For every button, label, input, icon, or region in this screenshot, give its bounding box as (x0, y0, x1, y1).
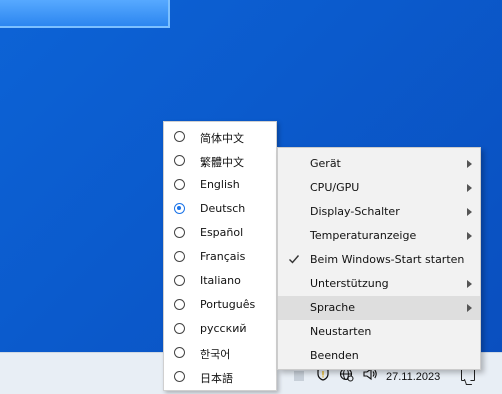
radio-icon[interactable] (174, 347, 185, 358)
menu-item-label: Temperaturanzeige (310, 229, 417, 242)
radio-icon[interactable] (174, 131, 185, 142)
menu-item-label: Sprache (310, 301, 356, 314)
chevron-right-icon (467, 232, 472, 240)
lang-label: русский (200, 322, 247, 335)
menu-item-label: CPU/GPU (310, 181, 360, 194)
lang-item-italiano[interactable]: Italiano (164, 270, 276, 294)
lang-label: 한국어 (200, 348, 231, 361)
lang-item-zh-hant[interactable]: 繁體中文 (164, 150, 276, 174)
lang-item-francais[interactable]: Français (164, 246, 276, 270)
lang-label: 简体中文 (200, 132, 244, 145)
menu-item-display-switch[interactable]: Display-Schalter (278, 200, 480, 224)
radio-icon[interactable] (174, 275, 185, 286)
background-window-edge (0, 0, 170, 28)
radio-icon[interactable] (174, 299, 185, 310)
lang-item-zh-hans[interactable]: 简体中文 (164, 126, 276, 150)
chevron-right-icon (467, 184, 472, 192)
lang-item-deutsch[interactable]: Deutsch (164, 198, 276, 222)
menu-item-label: Beim Windows-Start starten (310, 253, 465, 266)
menu-item-temperature[interactable]: Temperaturanzeige (278, 224, 480, 248)
lang-item-korean[interactable]: 한국어 (164, 342, 276, 366)
lang-item-espanol[interactable]: Español (164, 222, 276, 246)
menu-item-label: Display-Schalter (310, 205, 400, 218)
checkmark-icon (289, 255, 300, 264)
lang-label: English (200, 178, 240, 191)
menu-item-label: Unterstützung (310, 277, 389, 290)
radio-icon[interactable] (174, 179, 185, 190)
menu-item-label: Neustarten (310, 325, 372, 338)
menu-item-support[interactable]: Unterstützung (278, 272, 480, 296)
menu-item-language[interactable]: Sprache (278, 296, 480, 320)
taskbar-date[interactable]: 27.11.2023 (386, 371, 440, 383)
lang-label: Deutsch (200, 202, 246, 215)
menu-item-exit[interactable]: Beenden (278, 344, 480, 368)
menu-item-device[interactable]: Gerät (278, 152, 480, 176)
radio-icon[interactable] (174, 323, 185, 334)
radio-icon[interactable] (174, 155, 185, 166)
lang-label: Português (200, 298, 256, 311)
menu-item-label: Beenden (310, 349, 359, 362)
radio-selected-icon[interactable] (174, 203, 185, 214)
tray-hidden-icon[interactable] (294, 371, 304, 381)
lang-label: 繁體中文 (200, 156, 244, 169)
lang-item-japanese[interactable]: 日本語 (164, 366, 276, 390)
chevron-right-icon (467, 304, 472, 312)
radio-icon[interactable] (174, 371, 185, 382)
chevron-right-icon (467, 208, 472, 216)
radio-icon[interactable] (174, 227, 185, 238)
menu-item-restart[interactable]: Neustarten (278, 320, 480, 344)
chevron-right-icon (467, 160, 472, 168)
lang-label: Français (200, 250, 246, 263)
chevron-right-icon (467, 280, 472, 288)
menu-item-label: Gerät (310, 157, 341, 170)
lang-label: 日本語 (200, 372, 233, 385)
lang-item-russian[interactable]: русский (164, 318, 276, 342)
tray-context-menu: Gerät CPU/GPU Display-Schalter Temperatu… (277, 147, 481, 370)
lang-item-portugues[interactable]: Português (164, 294, 276, 318)
lang-label: Italiano (200, 274, 241, 287)
lang-item-english[interactable]: English (164, 174, 276, 198)
menu-item-cpu-gpu[interactable]: CPU/GPU (278, 176, 480, 200)
radio-icon[interactable] (174, 251, 185, 262)
language-menu: 简体中文 繁體中文 English Deutsch Español França… (163, 121, 277, 391)
menu-item-autostart[interactable]: Beim Windows-Start starten (278, 248, 480, 272)
lang-label: Español (200, 226, 244, 239)
